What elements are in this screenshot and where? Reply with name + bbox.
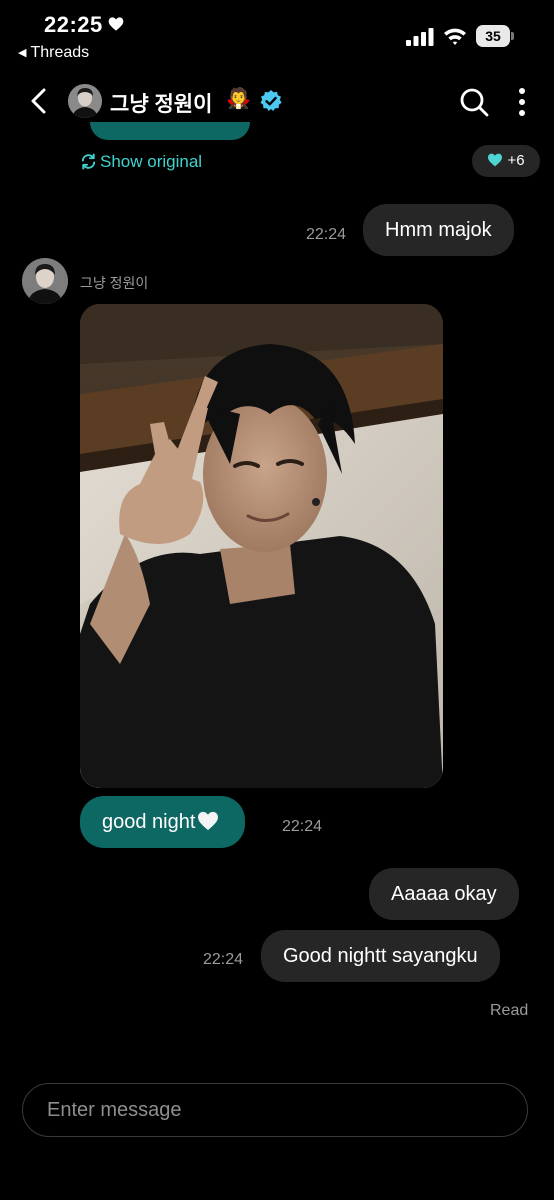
message-timestamp: 22:24 — [282, 818, 323, 835]
battery-indicator: 35 — [476, 25, 516, 47]
outgoing-message-bubble[interactable]: Aaaaa okay — [369, 868, 519, 920]
contact-name: 그냥 정원이 — [110, 93, 213, 116]
more-options-button[interactable] — [512, 86, 532, 118]
reaction-badge[interactable]: +6 — [472, 145, 540, 177]
white-heart-icon — [198, 811, 219, 831]
cellular-signal-icon — [406, 28, 434, 46]
status-time: 22:25 — [44, 12, 124, 38]
show-original-link[interactable]: Show original — [80, 152, 202, 172]
contact-emoji: 🧛 — [226, 88, 251, 110]
heart-icon — [108, 17, 124, 31]
previous-message-bubble — [90, 122, 250, 140]
message-input[interactable] — [45, 1084, 509, 1137]
sender-avatar[interactable] — [22, 258, 68, 304]
translate-refresh-icon — [81, 153, 96, 170]
heart-reaction-icon — [488, 153, 503, 167]
message-timestamp: 22:24 — [203, 951, 244, 968]
read-receipt: Read — [490, 1002, 529, 1019]
back-to-app-link[interactable]: ◀ Threads — [18, 44, 89, 62]
verified-badge-icon — [260, 90, 282, 111]
message-composer[interactable] — [22, 1083, 528, 1137]
back-triangle-icon: ◀ — [18, 47, 27, 59]
back-button[interactable] — [26, 86, 54, 116]
outgoing-message-bubble[interactable]: Good nightt sayangku — [261, 930, 500, 982]
sender-name: 그냥 정원이 — [80, 275, 149, 291]
photo-message[interactable] — [80, 304, 443, 788]
incoming-message-bubble[interactable]: good night — [80, 796, 246, 848]
outgoing-message-bubble[interactable]: Hmm majok — [363, 204, 514, 256]
message-timestamp: 22:24 — [306, 226, 347, 243]
wifi-icon — [444, 28, 466, 45]
contact-avatar[interactable] — [68, 84, 102, 118]
search-button[interactable] — [458, 86, 490, 118]
